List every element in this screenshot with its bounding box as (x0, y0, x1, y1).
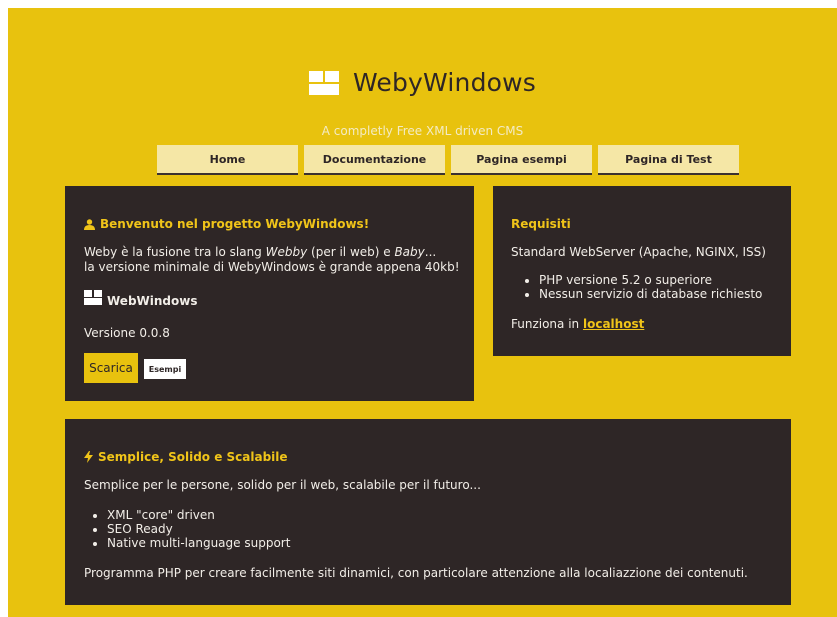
list-item: SEO Ready (107, 522, 290, 536)
list-item: PHP versione 5.2 o superiore (539, 273, 762, 287)
product-name: WebWindows (107, 293, 198, 308)
welcome-heading: Benvenuto nel progetto WebyWindows! (84, 217, 369, 231)
page-background: WebyWindows A completly Free XML driven … (8, 8, 837, 617)
welcome-panel: Benvenuto nel progetto WebyWindows! Weby… (65, 186, 474, 401)
runs-in-label: Funziona in (511, 317, 583, 331)
intro-baby: Baby (394, 245, 425, 259)
localhost-link[interactable]: localhost (583, 317, 644, 331)
welcome-title: Benvenuto nel progetto WebyWindows! (100, 217, 370, 231)
welcome-intro: Weby è la fusione tra lo slang Webby (pe… (84, 245, 464, 275)
intro-text-1: Weby è la fusione tra lo slang (84, 245, 266, 259)
nav-home[interactable]: Home (157, 145, 298, 175)
runs-in-text: Funziona in localhost (511, 317, 644, 332)
list-item: XML "core" driven (107, 508, 290, 522)
intro-text-2: (per il web) e (307, 245, 395, 259)
brand[interactable]: WebyWindows (308, 68, 537, 97)
download-button[interactable]: Scarica (84, 353, 138, 383)
features-panel: Semplice, Solido e Scalabile Semplice pe… (65, 419, 791, 605)
requirements-list: PHP versione 5.2 o superiore Nessun serv… (523, 273, 762, 301)
site-header: WebyWindows (8, 68, 837, 99)
version-text: Versione 0.0.8 (84, 326, 170, 340)
nav-documentazione[interactable]: Documentazione (304, 145, 445, 175)
intro-line-2: la versione minimale di WebyWindows è gr… (84, 260, 460, 274)
features-list: XML "core" driven SEO Ready Native multi… (91, 508, 290, 550)
nav-pagina-di-test[interactable]: Pagina di Test (598, 145, 739, 175)
product-badge: WebWindows (84, 290, 198, 308)
main-nav: Home Documentazione Pagina esempi Pagina… (157, 145, 739, 175)
user-icon (84, 218, 95, 230)
requirements-title: Requisiti (511, 217, 571, 231)
features-heading: Semplice, Solido e Scalabile (84, 450, 288, 464)
examples-button[interactable]: Esempi (143, 358, 187, 380)
windows-logo-icon (84, 290, 102, 305)
features-outro: Programma PHP per creare facilmente siti… (84, 566, 748, 580)
list-item: Nessun servizio di database richiesto (539, 287, 762, 301)
lightning-icon (84, 451, 93, 463)
site-tagline: A completly Free XML driven CMS (321, 124, 524, 138)
site-title: WebyWindows (352, 68, 537, 97)
nav-pagina-esempi[interactable]: Pagina esempi (451, 145, 592, 175)
list-item: Native multi-language support (107, 536, 290, 550)
requirements-server: Standard WebServer (Apache, NGINX, ISS) (511, 245, 766, 259)
intro-text-3: ... (424, 245, 437, 259)
requirements-panel: Requisiti Standard WebServer (Apache, NG… (493, 186, 791, 356)
windows-logo-icon (308, 70, 339, 95)
features-intro: Semplice per le persone, solido per il w… (84, 478, 481, 492)
features-title: Semplice, Solido e Scalabile (98, 450, 288, 464)
intro-webby: Webby (265, 245, 308, 259)
